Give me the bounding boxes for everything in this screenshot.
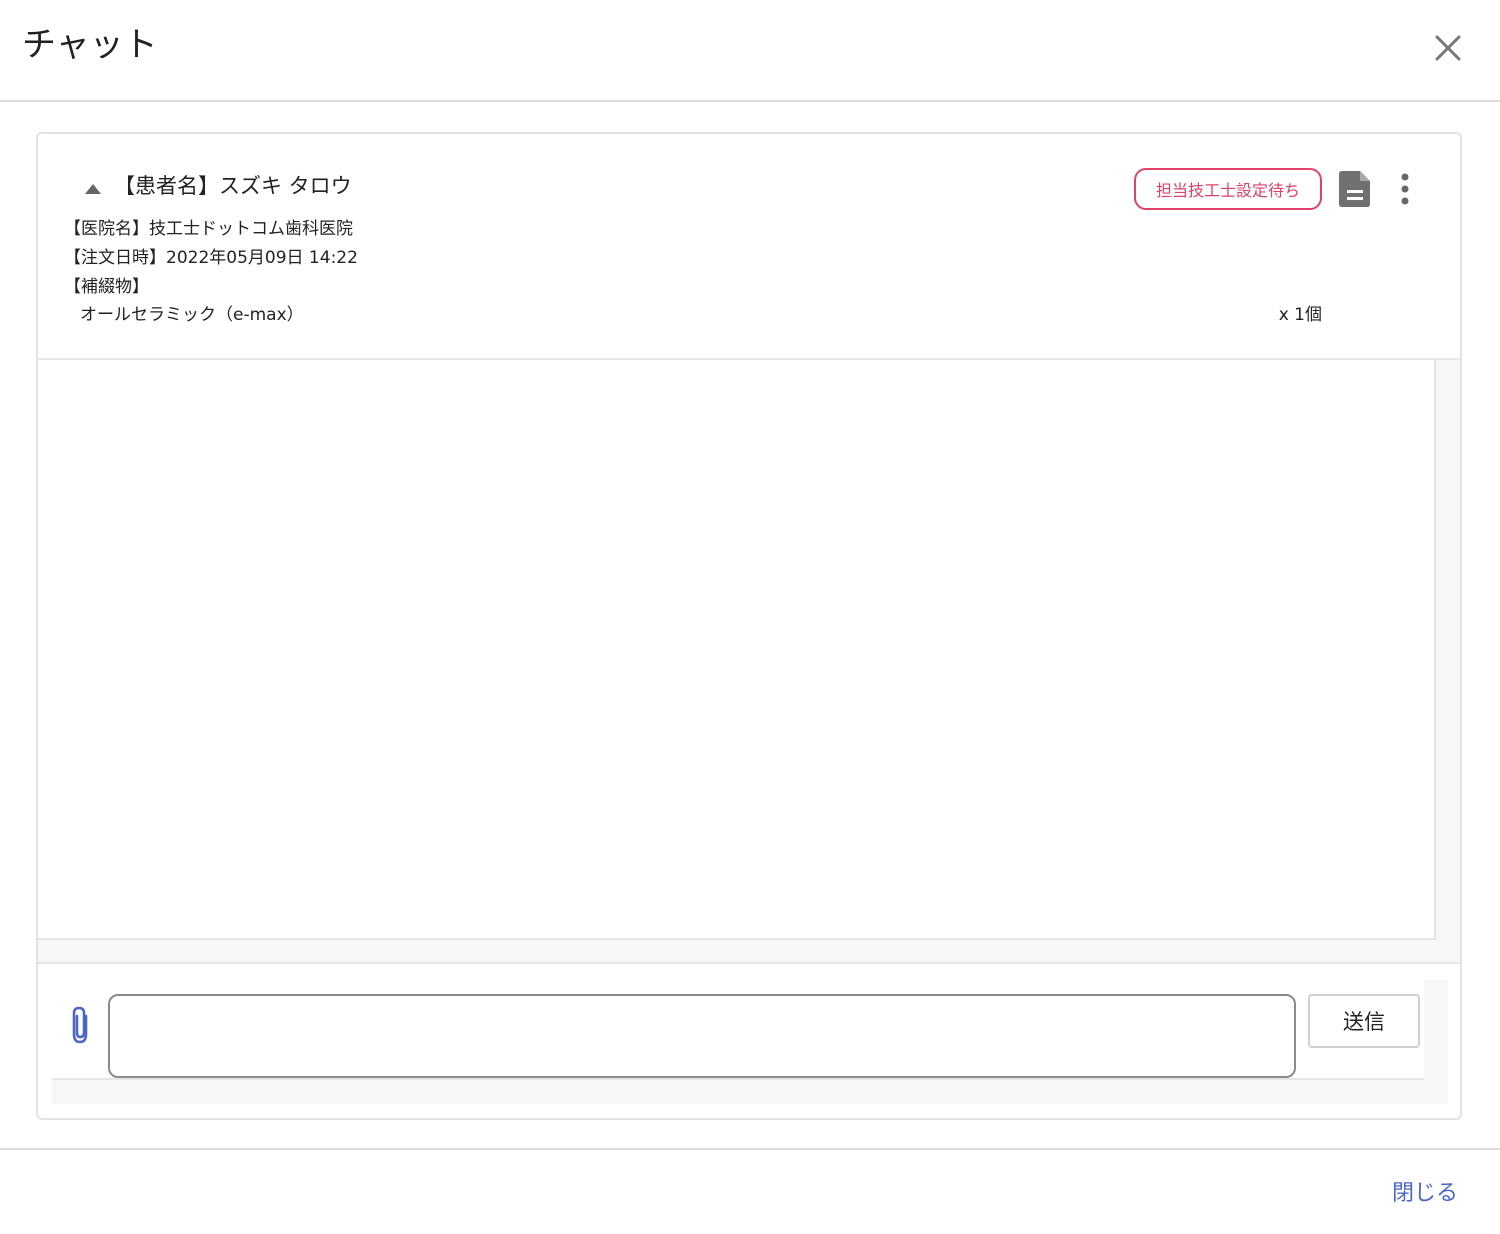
composer: 送信 (52, 980, 1448, 1104)
more-options-button[interactable] (1390, 170, 1420, 208)
paperclip-icon (72, 1006, 88, 1044)
chat-dialog: チャット 【患者名】スズキ タロウ 担当技工士設定待ち 【医院名】技工士ドットコ… (0, 0, 1500, 1234)
order-info: 【患者名】スズキ タロウ 担当技工士設定待ち 【医院名】技工士ドットコム歯科医院 (38, 134, 1460, 360)
close-button[interactable] (1426, 26, 1470, 70)
more-vertical-icon (1401, 173, 1409, 205)
dialog-title: チャット (22, 25, 158, 65)
messages-container (38, 360, 1460, 964)
prosthesis-item-quantity: x 1個 (1278, 305, 1322, 325)
messages-list[interactable] (38, 360, 1436, 940)
close-icon (1435, 35, 1461, 61)
send-button[interactable]: 送信 (1308, 994, 1420, 1048)
collapse-toggle[interactable] (82, 178, 104, 200)
order-datetime: 【注文日時】2022年05月09日 14:22 (64, 248, 358, 268)
triangle-up-icon (85, 184, 101, 194)
clinic-name: 【医院名】技工士ドットコム歯科医院 (64, 219, 353, 239)
patient-name: 【患者名】スズキ タロウ (114, 174, 352, 198)
prosthesis-item-name: オールセラミック（e-max） (80, 305, 304, 325)
document-icon (1339, 171, 1370, 207)
composer-inner: 送信 (52, 980, 1424, 1080)
status-badge: 担当技工士設定待ち (1134, 168, 1322, 210)
close-text-button[interactable]: 閉じる (1392, 1178, 1458, 1210)
document-button[interactable] (1338, 170, 1372, 208)
message-input[interactable] (108, 994, 1296, 1078)
dialog-header: チャット (0, 0, 1500, 102)
attach-button[interactable] (66, 1004, 94, 1046)
order-chat-card: 【患者名】スズキ タロウ 担当技工士設定待ち 【医院名】技工士ドットコム歯科医院 (36, 132, 1462, 1120)
dialog-footer: 閉じる (0, 1148, 1500, 1234)
prosthesis-label: 【補綴物】 (64, 277, 149, 297)
